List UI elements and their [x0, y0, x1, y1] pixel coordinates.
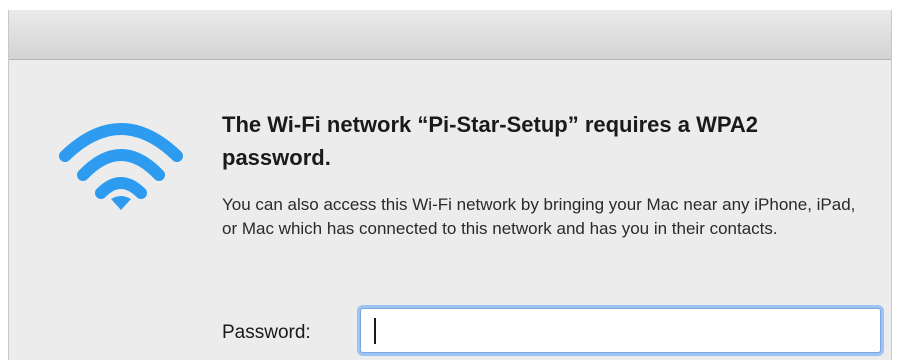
- password-label: Password:: [222, 322, 311, 343]
- dialog-headline: The Wi-Fi network “Pi-Star-Setup” requir…: [222, 112, 759, 170]
- wifi-icon: [57, 113, 185, 213]
- password-input[interactable]: [360, 308, 881, 353]
- wifi-password-dialog: The Wi-Fi network “Pi-Star-Setup” requir…: [8, 10, 892, 360]
- dialog-body-text: You can also access this Wi-Fi network b…: [222, 195, 856, 238]
- text-caret: [374, 318, 376, 344]
- dialog-titlebar: [9, 10, 891, 60]
